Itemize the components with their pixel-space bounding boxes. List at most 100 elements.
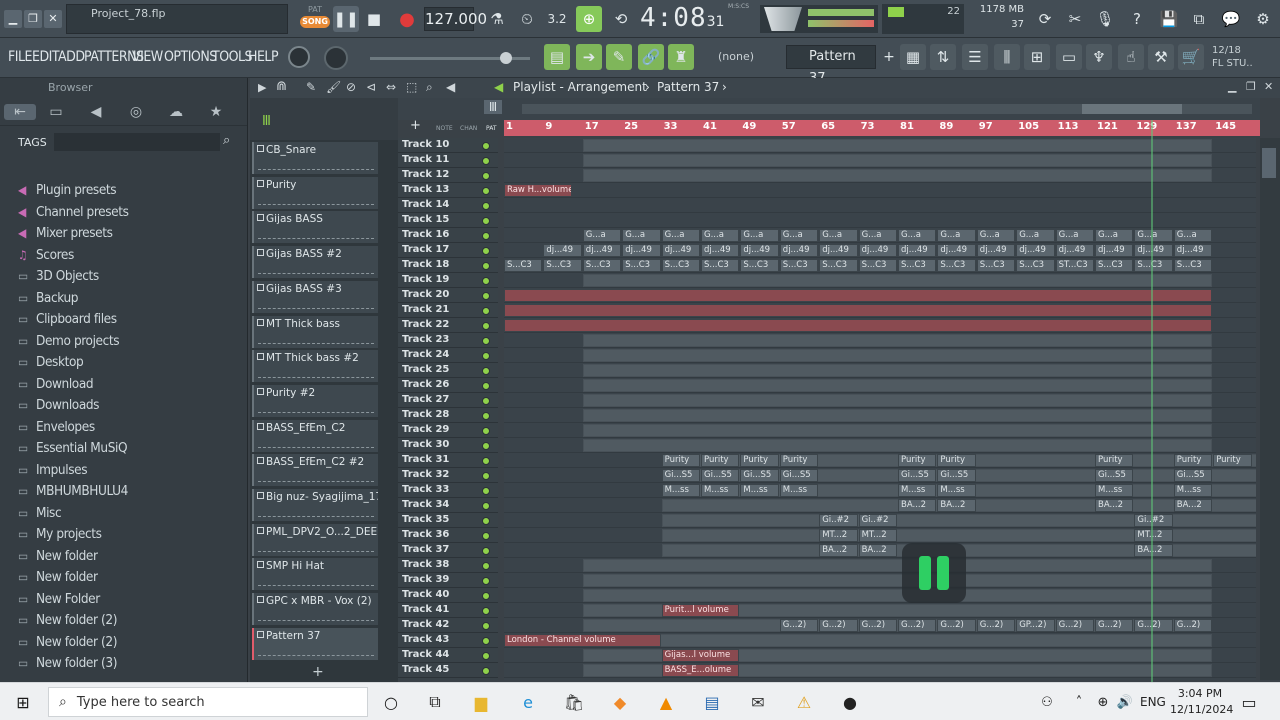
browser-item[interactable]: ▭ New folder [18, 569, 98, 585]
playlist-clip[interactable]: S...C3 [1134, 259, 1173, 272]
playlist-restore-icon[interactable]: ❐ [1246, 80, 1256, 93]
track-header[interactable]: Track 19 [398, 273, 498, 288]
track-mute-led[interactable] [482, 142, 490, 150]
browser-item[interactable]: ◀ Channel presets [18, 204, 129, 220]
close-icon[interactable]: ✕ [44, 10, 62, 28]
tags-bar[interactable]: TAGS ⌕ [0, 132, 247, 154]
cortana-icon[interactable]: ○ [380, 692, 402, 712]
restore-icon[interactable]: ❐ [24, 10, 42, 28]
browser-speaker-icon[interactable]: ◀ [76, 104, 116, 120]
playlist-clip[interactable]: BA...2 [858, 544, 897, 557]
playlist-clip[interactable]: S...C3 [858, 259, 897, 272]
pattern-item[interactable]: MT Thick bass [252, 315, 378, 348]
playlist-minimize-icon[interactable]: ▁ [1228, 80, 1236, 93]
playlist-clip[interactable]: BA...2 [1134, 544, 1173, 557]
playlist-clip[interactable]: G...2) [1095, 619, 1134, 632]
playlist-clip[interactable]: MT...2 [819, 529, 858, 542]
playlist-clip[interactable]: Gi...S5 [937, 469, 976, 482]
cut-icon[interactable]: ✂ [1062, 6, 1088, 32]
playlist-clip[interactable]: M...ss [898, 484, 937, 497]
playlist-clip[interactable]: M...ss [1173, 484, 1213, 497]
tags-search-input[interactable] [54, 133, 220, 151]
browser-item[interactable]: ▭ Misc [18, 505, 62, 521]
step-edit-icon[interactable]: ⊕ [576, 6, 602, 32]
browser-item[interactable]: ▭ Essential MuSiQ [18, 440, 128, 456]
playlist-clip[interactable]: Purity [898, 454, 937, 467]
browser-item[interactable]: ▭ MBHUMBHULU4 [18, 483, 128, 499]
track-mute-led[interactable] [482, 367, 490, 375]
track-header[interactable]: Track 11 [398, 153, 498, 168]
playlist-clip[interactable]: Purity [1173, 454, 1213, 467]
track-mute-led[interactable] [482, 202, 490, 210]
pattern-item[interactable]: PML_DPV2_O...2_DEEP_11 [252, 523, 378, 556]
playlist-clip[interactable]: dj...49 [740, 244, 779, 257]
track-header[interactable]: Track 20 [398, 288, 498, 303]
chat-icon[interactable]: 💬 [1218, 6, 1244, 32]
menu-view[interactable]: VIEW [132, 49, 163, 65]
playlist-clip[interactable]: G...2) [819, 619, 858, 632]
track-mute-led[interactable] [482, 217, 490, 225]
timeline-ruler[interactable]: 1 9 17 25 33 41 49 57 65 73 81 89 97 105 113 121 129 137 1… [504, 120, 1260, 136]
playlist-clip[interactable]: MT...2 [1134, 529, 1173, 542]
tree-icon[interactable]: ⊞ [1024, 44, 1050, 70]
plug-icon[interactable]: ♆ [1086, 44, 1112, 70]
playlist-clip[interactable]: dj...49 [819, 244, 858, 257]
song-pat-toggle[interactable]: PAT SONG [300, 4, 330, 34]
picker-mode-icon[interactable]: Ⅲ [262, 114, 271, 129]
reload-icon[interactable]: ⟳ [1032, 6, 1058, 32]
track-header[interactable]: Track 37 [398, 543, 498, 558]
file-explorer-icon[interactable]: ▆ [470, 692, 492, 712]
playlist-clip[interactable]: Gi...S5 [1095, 469, 1134, 482]
playlist-clip[interactable]: Purity [701, 454, 740, 467]
playlist-clip[interactable]: Gi..#2 [819, 514, 858, 527]
track-mute-led[interactable] [482, 607, 490, 615]
playlist-clip[interactable]: Gijas...l volume [661, 649, 740, 662]
playlist-clip[interactable]: G...a [779, 229, 819, 242]
add-pattern-button[interactable]: + [876, 44, 902, 70]
track-header[interactable]: Track 42 [398, 618, 498, 633]
track-mute-led[interactable] [482, 547, 490, 555]
track-header[interactable]: Track 29 [398, 423, 498, 438]
playhead[interactable] [1151, 120, 1153, 682]
playlist-play-icon[interactable]: ▶ [258, 81, 266, 94]
clock[interactable]: 3:04 PM 12/11/2024 [1170, 686, 1233, 718]
playlist-clip[interactable]: S...C3 [740, 259, 779, 272]
playlist-clip[interactable]: Gi..#2 [858, 514, 897, 527]
playlist-clip[interactable] [582, 559, 1213, 572]
chevron-up-icon[interactable]: ˄ [1068, 692, 1090, 712]
channel-select[interactable]: (none) [704, 46, 778, 68]
playlist-clip[interactable]: S...C3 [622, 259, 661, 272]
playlist-clip[interactable]: G...2) [1173, 619, 1213, 632]
notification-icon[interactable]: ▭ [1238, 692, 1260, 712]
playlist-clip[interactable]: M...ss [661, 484, 700, 497]
stamp-button[interactable]: ♜ [668, 44, 694, 70]
delete-tool-icon[interactable]: ⊘ [346, 80, 356, 94]
playlist-clip[interactable]: G...a [898, 229, 937, 242]
track-mute-led[interactable] [482, 457, 490, 465]
tempo-display[interactable]: 127.000 [424, 7, 487, 31]
loop-record-icon[interactable]: ⟲ [608, 6, 634, 32]
playlist-clip[interactable] [582, 379, 1213, 392]
track-header[interactable]: Track 14 [398, 198, 498, 213]
menu-help[interactable]: HELP [248, 49, 279, 65]
pattern-item[interactable]: Purity #2 [252, 384, 378, 417]
pattern-item[interactable]: Gijas BASS #3 [252, 280, 378, 313]
browser-item[interactable]: ▭ Demo projects [18, 333, 120, 349]
playlist-clip[interactable]: dj...49 [543, 244, 582, 257]
track-header[interactable]: Track 35 [398, 513, 498, 528]
browser-item[interactable]: ▭ 3D Objects [18, 268, 99, 284]
browser-item[interactable]: ▭ My projects [18, 526, 102, 542]
track-header[interactable]: Track 16 [398, 228, 498, 243]
track-header[interactable]: Track 15 [398, 213, 498, 228]
playlist-clip[interactable]: Purity [1213, 454, 1252, 467]
playlist-clip[interactable]: BA...2 [819, 544, 858, 557]
pattern-item[interactable]: Purity [252, 176, 378, 209]
playlist-clip[interactable]: G...2) [779, 619, 819, 632]
track-mute-led[interactable] [482, 667, 490, 675]
horizontal-scrollbar[interactable] [522, 104, 1252, 114]
browser-star-icon[interactable]: ★ [196, 104, 236, 120]
track-mute-led[interactable] [482, 397, 490, 405]
track-mute-led[interactable] [482, 352, 490, 360]
playlist-clip[interactable] [582, 154, 1213, 167]
cart-icon[interactable]: 🛒 [1178, 44, 1204, 70]
